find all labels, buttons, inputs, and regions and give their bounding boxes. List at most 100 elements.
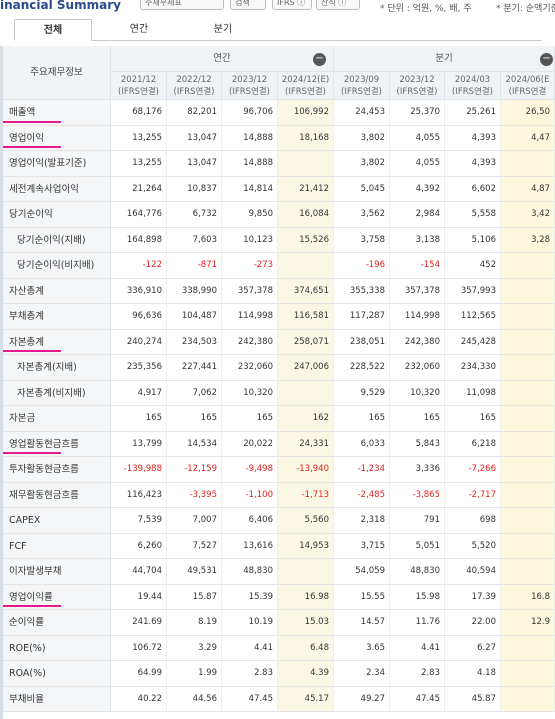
period-date: 2023/12 bbox=[231, 75, 268, 85]
table-cell: 11,098 bbox=[445, 380, 501, 405]
row-label[interactable]: CAPEX bbox=[3, 508, 111, 533]
row-label[interactable]: 영업이익(발표기준) bbox=[3, 151, 111, 176]
row-label[interactable]: 영업이익률 bbox=[3, 584, 111, 609]
table-cell: 6.27 bbox=[445, 635, 501, 660]
table-cell: 6,406 bbox=[222, 508, 278, 533]
table-cell: 44,704 bbox=[111, 559, 167, 584]
row-label[interactable]: 자산총계 bbox=[3, 278, 111, 303]
table-cell bbox=[501, 278, 555, 303]
table-row: 자본총계 240,274 234,503 242,380 258,071 238,051 2… bbox=[3, 329, 555, 355]
quarterly-group-header: 분기 − bbox=[334, 46, 555, 72]
table-cell: -196 bbox=[334, 253, 390, 278]
row-label[interactable]: 매출액 bbox=[3, 100, 111, 125]
table-cell: 40,594 bbox=[445, 559, 501, 584]
table-cell: -2,717 bbox=[445, 482, 501, 507]
row-label[interactable]: 투자활동현금흐름 bbox=[3, 457, 111, 482]
table-cell: 54,059 bbox=[334, 559, 390, 584]
table-row: 자산총계 336,910 338,990 357,378 374,651 355,338 3… bbox=[3, 278, 555, 304]
search-button[interactable]: 검색 bbox=[230, 0, 266, 10]
table-cell: 44.56 bbox=[167, 686, 222, 711]
table-cell: 227,441 bbox=[167, 355, 222, 380]
row-label[interactable]: 자본총계 bbox=[3, 329, 111, 354]
table-cell: 5,558 bbox=[445, 202, 501, 227]
table-row: 투자활동현금흐름 -139,988 -12,159 -9,498 -13,940 -1,2… bbox=[3, 457, 555, 483]
table-cell: 3,758 bbox=[334, 227, 390, 252]
table-cell bbox=[501, 151, 555, 176]
table-cell: 7,062 bbox=[167, 380, 222, 405]
table-cell: 245,428 bbox=[445, 329, 501, 354]
table-cell: 3,42 bbox=[501, 202, 555, 227]
row-label[interactable]: 영업이익 bbox=[3, 125, 111, 150]
row-label[interactable]: FCF bbox=[3, 533, 111, 558]
table-cell: 15.03 bbox=[278, 610, 334, 635]
table-cell: 2.83 bbox=[222, 661, 278, 686]
table-cell: 4.18 bbox=[445, 661, 501, 686]
tab-quarterly[interactable]: 분기 bbox=[184, 19, 262, 41]
table-cell: 164,898 bbox=[111, 227, 167, 252]
table-cell: 18,168 bbox=[278, 125, 334, 150]
row-label[interactable]: ROA(%) bbox=[3, 661, 111, 686]
table-cell: 5,045 bbox=[334, 176, 390, 201]
table-cell: 5,560 bbox=[278, 508, 334, 533]
table-row: 부채비율 40.22 44.56 47.45 45.17 49.27 47.45 45.87 bbox=[3, 686, 555, 712]
table-cell: 3,138 bbox=[390, 227, 445, 252]
period-basis: (IFRS연결) bbox=[452, 87, 493, 97]
table-cell bbox=[501, 431, 555, 456]
row-label[interactable]: ROE(%) bbox=[3, 635, 111, 660]
table-cell: 114,998 bbox=[222, 304, 278, 329]
unit-note: * 단위 : 억원, %, 배, 주 bbox=[380, 4, 472, 14]
table-cell: 21,412 bbox=[278, 176, 334, 201]
table-cell: 241.69 bbox=[111, 610, 167, 635]
row-label[interactable]: 자본총계(비지배) bbox=[3, 380, 111, 405]
table-cell: 4.41 bbox=[222, 635, 278, 660]
table-cell: 6,732 bbox=[167, 202, 222, 227]
collapse-annual-icon[interactable]: − bbox=[313, 53, 326, 66]
table-cell: 15.55 bbox=[334, 584, 390, 609]
statement-type-select[interactable]: 주재무제표 bbox=[140, 0, 224, 10]
row-label[interactable]: 당기순이익(비지배) bbox=[3, 253, 111, 278]
table-row: 부채총계 96,636 104,487 114,998 116,581 117,287 11… bbox=[3, 304, 555, 330]
table-cell bbox=[501, 457, 555, 482]
table-cell: 45.17 bbox=[278, 686, 334, 711]
table-cell bbox=[278, 380, 334, 405]
table-cell: -9,498 bbox=[222, 457, 278, 482]
annual-group-header: 연간 − bbox=[111, 46, 334, 72]
row-label[interactable]: 세전계속사업이익 bbox=[3, 176, 111, 201]
row-label[interactable]: 재무활동현금흐름 bbox=[3, 482, 111, 507]
tab-all[interactable]: 전체 bbox=[14, 19, 92, 41]
period-basis: (IFRS연결 bbox=[508, 87, 547, 97]
row-label[interactable]: 이자발생부채 bbox=[3, 559, 111, 584]
table-row: 영업이익 13,255 13,047 14,888 18,168 3,802 4,055 4,… bbox=[3, 125, 555, 151]
table-cell: 96,706 bbox=[222, 100, 278, 125]
table-cell: 698 bbox=[445, 508, 501, 533]
period-date: 2024/03 bbox=[454, 75, 491, 85]
table-cell: -154 bbox=[390, 253, 445, 278]
row-label[interactable]: 자본금 bbox=[3, 406, 111, 431]
table-row: 자본총계(비지배) 4,917 7,062 10,320 9,529 10,320 11,0… bbox=[3, 380, 555, 406]
row-label[interactable]: 순이익률 bbox=[3, 610, 111, 635]
period-header: 2024/12(E) (IFRS연결) bbox=[278, 72, 334, 100]
table-cell bbox=[501, 533, 555, 558]
row-label[interactable]: 자본총계(지배) bbox=[3, 355, 111, 380]
ifrs-info-button[interactable]: IFRS ⓘ bbox=[272, 0, 312, 10]
table-cell: 3,715 bbox=[334, 533, 390, 558]
table-cell: 19.44 bbox=[111, 584, 167, 609]
period-basis: (IFRS연결) bbox=[229, 87, 270, 97]
tab-annual[interactable]: 연간 bbox=[100, 19, 178, 41]
table-cell: 6,218 bbox=[445, 431, 501, 456]
row-label[interactable]: 부채총계 bbox=[3, 304, 111, 329]
row-label[interactable]: 부채비율 bbox=[3, 686, 111, 711]
row-label[interactable]: 당기순이익 bbox=[3, 202, 111, 227]
table-row: CAPEX 7,539 7,007 6,406 5,560 2,318 791 698 bbox=[3, 508, 555, 534]
table-cell: -1,100 bbox=[222, 482, 278, 507]
table-cell: 3,802 bbox=[334, 125, 390, 150]
table-row: 자본총계(지배) 235,356 227,441 232,060 247,006 228,… bbox=[3, 355, 555, 381]
table-cell: 5,520 bbox=[445, 533, 501, 558]
table-cell: 10,837 bbox=[167, 176, 222, 201]
table-cell: 4.41 bbox=[390, 635, 445, 660]
table-cell: 16.98 bbox=[278, 584, 334, 609]
row-label[interactable]: 영업활동현금흐름 bbox=[3, 431, 111, 456]
row-label[interactable]: 당기순이익(지배) bbox=[3, 227, 111, 252]
formula-info-button[interactable]: 산식 ⓘ bbox=[316, 0, 360, 10]
collapse-quarterly-icon[interactable]: − bbox=[540, 53, 553, 66]
